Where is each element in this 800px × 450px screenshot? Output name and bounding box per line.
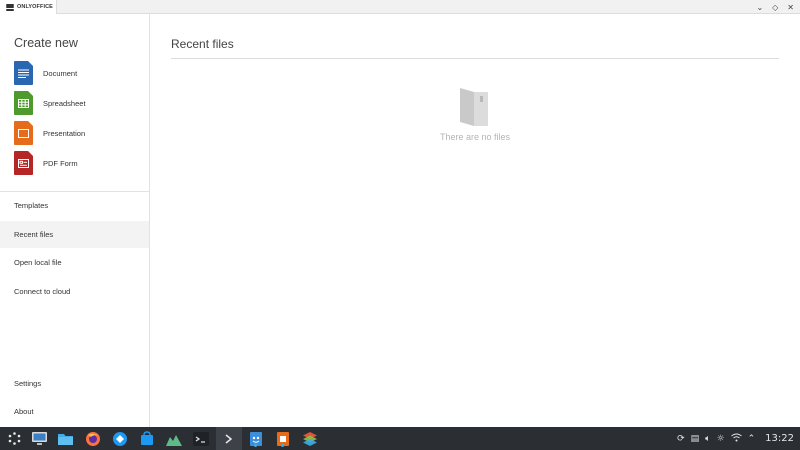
system-tray: ⟳ ▤ 🔈︎ ☼ ⌃ 13:22 xyxy=(677,427,794,450)
create-presentation-label: Presentation xyxy=(43,128,86,138)
sidebar-item-recent-files[interactable]: Recent files xyxy=(0,221,149,248)
title-divider xyxy=(171,58,779,59)
expand-tray-icon[interactable]: ⌃ xyxy=(748,434,756,444)
clipboard-icon[interactable]: ▤ xyxy=(691,434,700,444)
app-launcher-icon[interactable] xyxy=(5,429,24,448)
sidebar-item-settings[interactable]: Settings xyxy=(0,370,149,397)
system-monitor-icon[interactable] xyxy=(164,429,183,448)
brightness-icon[interactable]: ☼ xyxy=(717,434,725,444)
volume-icon[interactable]: 🔈︎ xyxy=(705,434,710,444)
onlyoffice-document-icon[interactable] xyxy=(246,429,265,448)
sidebar-item-connect-to-cloud[interactable]: Connect to cloud xyxy=(0,278,149,305)
create-presentation-button[interactable]: Presentation xyxy=(14,121,85,145)
title-bar: ONLYOFFICE ⌄ ◇ ✕ xyxy=(0,0,800,14)
sidebar-item-open-local-file[interactable]: Open local file xyxy=(0,249,149,276)
create-pdf-form-button[interactable]: PDF Form xyxy=(14,151,78,175)
app-tab[interactable]: ONLYOFFICE xyxy=(0,0,57,14)
minimize-button[interactable]: ⌄ xyxy=(756,3,763,12)
network-icon[interactable] xyxy=(730,433,742,445)
file-manager-icon[interactable] xyxy=(56,429,75,448)
create-document-label: Document xyxy=(43,68,78,78)
close-button[interactable]: ✕ xyxy=(787,3,794,12)
empty-state-text: There are no files xyxy=(439,132,511,142)
system-settings-icon[interactable] xyxy=(30,429,49,448)
updates-icon[interactable]: ⟳ xyxy=(677,434,685,444)
empty-folder-icon xyxy=(460,88,488,126)
browser-icon[interactable] xyxy=(110,429,129,448)
page-title: Recent files xyxy=(171,37,234,51)
discover-store-icon[interactable] xyxy=(137,429,156,448)
app-tab-label: ONLYOFFICE xyxy=(17,4,53,10)
pdf-form-icon xyxy=(14,151,33,175)
onlyoffice-desktop-icon[interactable] xyxy=(300,429,319,448)
onlyoffice-presentation-icon[interactable] xyxy=(273,429,292,448)
create-new-title: Create new xyxy=(14,36,78,50)
create-spreadsheet-button[interactable]: Spreadsheet xyxy=(14,91,86,115)
create-spreadsheet-label: Spreadsheet xyxy=(43,98,86,108)
firefox-icon[interactable] xyxy=(83,429,102,448)
spreadsheet-icon xyxy=(14,91,33,115)
create-document-button[interactable]: Document xyxy=(14,61,77,85)
document-icon xyxy=(14,61,33,85)
console-icon[interactable] xyxy=(219,429,238,448)
sidebar-item-templates[interactable]: Templates xyxy=(0,192,149,219)
presentation-icon xyxy=(14,121,33,145)
terminal-icon[interactable] xyxy=(191,429,210,448)
restore-button[interactable]: ◇ xyxy=(772,3,778,12)
onlyoffice-logo-icon xyxy=(6,3,14,11)
clock[interactable]: 13:22 xyxy=(765,433,794,444)
sidebar-item-about[interactable]: About xyxy=(0,398,149,425)
create-pdf-form-label: PDF Form xyxy=(43,158,78,168)
taskbar: ⟳ ▤ 🔈︎ ☼ ⌃ 13:22 xyxy=(0,427,800,450)
sidebar: Create new Document Spreadsheet Presenta… xyxy=(0,14,150,427)
